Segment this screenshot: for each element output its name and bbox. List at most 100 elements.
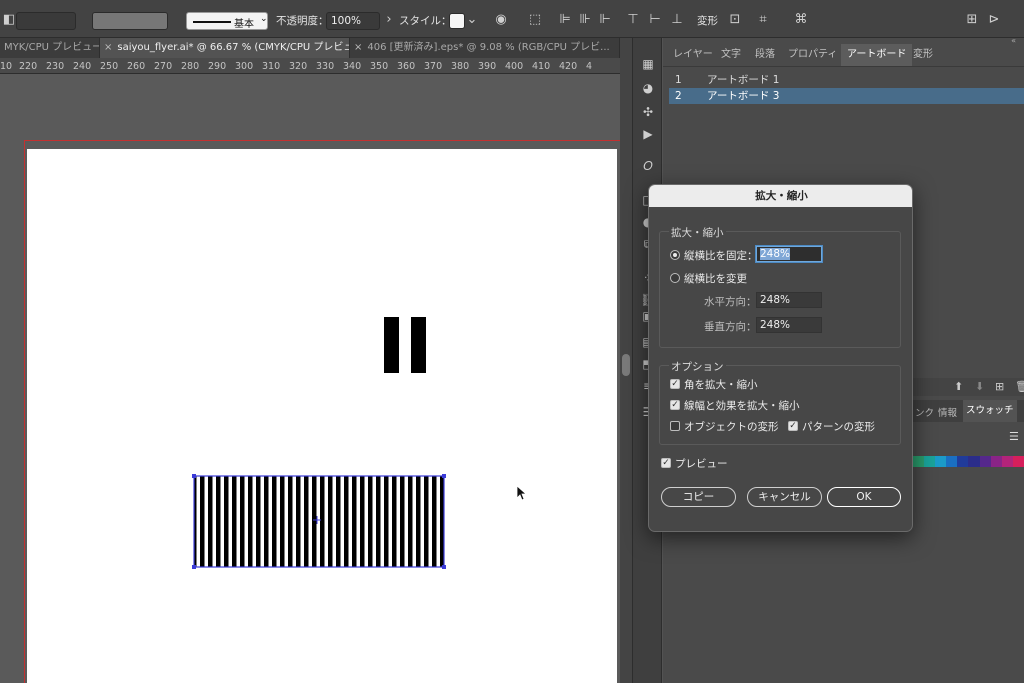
warp-icon[interactable]: ⌗ <box>754 10 772 28</box>
tab-info[interactable]: 情報 <box>938 405 957 419</box>
scale-strokes-checkbox[interactable]: ✓ <box>670 400 680 410</box>
swatch[interactable] <box>924 456 936 467</box>
swatch[interactable] <box>979 456 991 467</box>
preview-label: プレビュー <box>675 458 728 470</box>
chevron-down-icon[interactable]: ⌄ <box>463 10 481 28</box>
swatch[interactable] <box>946 456 958 467</box>
close-icon[interactable]: × <box>104 42 112 53</box>
artboard-name: アートボード 1 <box>707 74 780 86</box>
tab-document-1[interactable]: MYK/CPU プレビュー... <box>0 38 100 58</box>
tab-artboards[interactable]: アートボード <box>841 44 913 66</box>
document-canvas[interactable] <box>0 74 620 683</box>
horizontal-ruler[interactable]: 10 220 230 240 250 260 270 280 290 300 3… <box>0 58 620 74</box>
divider <box>663 66 1024 67</box>
ok-button[interactable]: OK <box>827 487 901 507</box>
envelope-icon[interactable]: ⌘ <box>792 10 810 28</box>
move-up-icon[interactable]: ⬆ <box>954 380 963 393</box>
black-bar-shape[interactable] <box>411 317 426 373</box>
preview-checkbox[interactable]: ✓ <box>661 458 671 468</box>
black-bar-shape[interactable] <box>384 317 399 373</box>
ruler-tick: 340 <box>343 61 362 72</box>
vertical-scrollbar[interactable] <box>620 38 632 683</box>
trash-icon[interactable]: 🗑 <box>1015 380 1024 393</box>
tab-saiyou-flyer[interactable]: × saiyou_flyer.ai* @ 66.67 % (CMYK/CPU プレ… <box>100 38 350 58</box>
tab-links[interactable]: ンク <box>915 405 934 419</box>
swatch-row <box>913 456 1024 467</box>
close-icon[interactable]: × <box>354 42 362 53</box>
horizontal-scale-input[interactable]: 248% <box>756 292 822 308</box>
recolor-icon[interactable]: ◉ <box>492 10 510 28</box>
align-right-icon[interactable]: ⊩ <box>596 10 614 28</box>
striped-pattern-object[interactable] <box>192 474 446 569</box>
mouse-cursor-icon <box>516 485 528 501</box>
swatch[interactable] <box>990 456 1002 467</box>
color-panel-icon[interactable]: ◕ <box>640 80 656 96</box>
tab-paragraph[interactable]: 段落 <box>749 44 781 66</box>
glyphs-panel-icon[interactable]: 𝑂 <box>640 158 656 174</box>
chevron-right-icon[interactable]: › <box>380 10 398 28</box>
align-to-icon[interactable]: ⬚ <box>526 10 544 28</box>
actions-panel-icon[interactable]: ▶ <box>640 126 656 142</box>
ruler-tick: 4 <box>586 61 593 72</box>
align-center-icon[interactable]: ⊪ <box>576 10 594 28</box>
opacity-field[interactable]: 100% <box>326 12 380 30</box>
tab-document-406[interactable]: × 406 [更新済み].eps* @ 9.08 % (RGB/CPU プレビ..… <box>350 38 620 58</box>
tab-character[interactable]: 文字 <box>715 44 747 66</box>
isolate-icon[interactable]: ⊡ <box>726 10 744 28</box>
horizontal-scale-value: 248% <box>760 294 791 306</box>
swatch[interactable] <box>968 456 980 467</box>
arrange-documents-icon[interactable]: ⊞ <box>963 10 981 28</box>
ruler-tick: 290 <box>208 61 227 72</box>
new-artboard-icon[interactable]: ⊞ <box>995 380 1004 393</box>
symbols-panel-icon[interactable]: ✣ <box>640 104 656 120</box>
artboard[interactable] <box>27 149 617 683</box>
document-tab-bar: MYK/CPU プレビュー... × saiyou_flyer.ai* @ 66.… <box>0 38 620 58</box>
cancel-button[interactable]: キャンセル <box>747 487 822 507</box>
lower-tab-bar: ンク 情報 スウォッチ <box>913 400 1024 422</box>
tab-transform[interactable]: 変形 <box>907 44 939 66</box>
tab-properties[interactable]: プロパティ <box>782 44 843 66</box>
transform-label[interactable]: 変形 <box>697 13 718 28</box>
bleed-guide <box>24 140 25 683</box>
vertical-scale-input[interactable]: 248% <box>756 317 822 333</box>
ruler-tick: 250 <box>100 61 119 72</box>
artboard-row[interactable]: 1 アートボード 1 <box>669 72 1024 88</box>
artboard-number: 1 <box>675 74 682 86</box>
scrollbar-thumb[interactable] <box>622 354 630 376</box>
swatch[interactable] <box>1001 456 1013 467</box>
ruler-tick: 320 <box>289 61 308 72</box>
stroke-line-icon <box>193 21 231 23</box>
stroke-weight-field[interactable] <box>16 12 76 30</box>
tab-swatches[interactable]: スウォッチ <box>963 400 1017 422</box>
artboard-panel-icon[interactable]: ▦ <box>640 56 656 72</box>
align-middle-icon[interactable]: ⊢ <box>646 10 664 28</box>
uniform-radio[interactable] <box>670 250 680 260</box>
transform-objects-checkbox[interactable] <box>670 421 680 431</box>
swatch[interactable] <box>1012 456 1024 467</box>
transform-patterns-checkbox[interactable]: ✓ <box>788 421 798 431</box>
ruler-tick: 220 <box>19 61 38 72</box>
ruler-tick: 410 <box>532 61 551 72</box>
align-top-icon[interactable]: ⊤ <box>624 10 642 28</box>
tab-layers[interactable]: レイヤー <box>667 44 719 66</box>
scale-corners-checkbox[interactable]: ✓ <box>670 379 680 389</box>
move-down-icon[interactable]: ⬇ <box>975 380 984 393</box>
align-left-icon[interactable]: ⊫ <box>556 10 574 28</box>
variable-width-field[interactable] <box>92 12 168 30</box>
ruler-tick: 390 <box>478 61 497 72</box>
workspace-icon[interactable]: ⊳ <box>985 10 1003 28</box>
copy-button[interactable]: コピー <box>661 487 736 507</box>
uniform-scale-input[interactable]: 248% <box>756 246 822 262</box>
scale-dialog: 拡大・縮小 拡大・縮小 縦横比を固定： 248% 縦横比を変更 水平方向： 24… <box>648 184 913 532</box>
transform-patterns-label: パターンの変形 <box>802 421 875 433</box>
ruler-tick: 280 <box>181 61 200 72</box>
non-uniform-radio[interactable] <box>670 273 680 283</box>
stroke-style-dropdown[interactable]: 基本 ⌄ <box>186 12 268 30</box>
panel-menu-icon[interactable]: ☰ <box>1009 430 1019 443</box>
swatch[interactable] <box>935 456 947 467</box>
artboard-number: 2 <box>675 90 682 102</box>
swatch[interactable] <box>913 456 925 467</box>
align-bottom-icon[interactable]: ⊥ <box>668 10 686 28</box>
swatch[interactable] <box>957 456 969 467</box>
artboard-row-selected[interactable]: 2 アートボード 3 <box>669 88 1024 104</box>
